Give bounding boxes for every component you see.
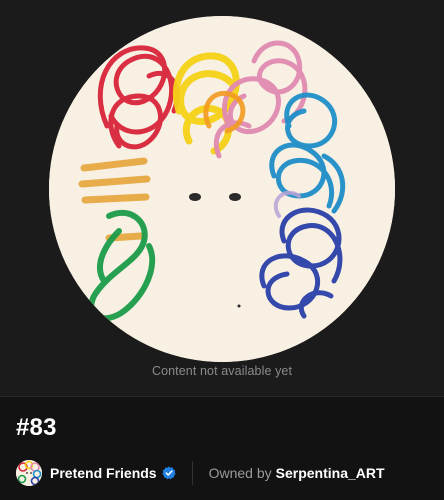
collection-avatar-icon <box>16 460 42 486</box>
collection-name: Pretend Friends <box>50 465 157 481</box>
owned-by-label: Owned by <box>208 465 272 481</box>
content-status-text: Content not available yet <box>151 364 293 378</box>
collection-link[interactable]: Pretend Friends <box>16 460 176 486</box>
owner-name-link[interactable]: Serpentina_ART <box>276 465 385 481</box>
token-title: #83 <box>16 414 57 441</box>
media-panel: Content not available yet <box>0 0 444 397</box>
artwork-illustration <box>49 16 395 362</box>
token-meta-row: Pretend Friends Owned by Serpentina_ART <box>16 459 428 487</box>
collection-avatar <box>16 460 42 486</box>
meta-divider <box>191 461 193 485</box>
nft-artwork-image[interactable] <box>49 16 395 362</box>
verified-badge-icon <box>161 466 176 480</box>
